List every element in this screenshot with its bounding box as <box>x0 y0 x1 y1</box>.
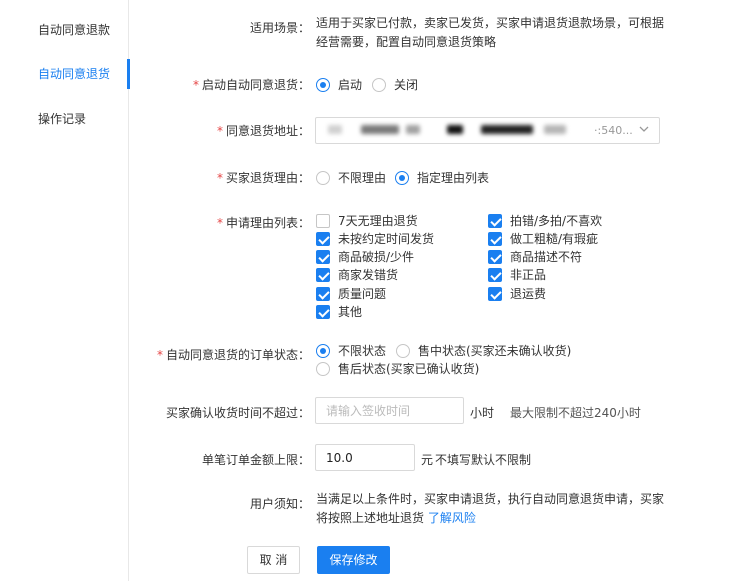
notice-line-2: 将按照上述地址退货 了解风险 <box>316 511 476 525</box>
required-mark: * <box>216 124 223 138</box>
scene-line-1: 适用于买家已付款，卖家已发货，买家申请退货退款场景，可根据 <box>316 16 665 30</box>
radio-unchecked-icon <box>396 343 410 358</box>
redacted-text <box>544 125 566 134</box>
reason-mode-label: * 买家退货理由： <box>216 171 310 185</box>
checkbox-checked-icon <box>488 249 502 264</box>
radio-unchecked-icon <box>372 77 386 92</box>
risk-link[interactable]: 了解风险 <box>428 511 476 525</box>
status-radio-in-sale[interactable]: 售中状态(买家还未确认收货) <box>396 342 571 359</box>
checkbox-checked-icon <box>488 213 502 228</box>
checkbox-checked-icon <box>488 231 502 246</box>
required-mark: * <box>192 78 199 92</box>
order-status-label: * 自动同意退货的订单状态： <box>156 348 310 362</box>
redacted-text <box>406 125 420 134</box>
checkbox-unchecked-icon <box>316 213 330 228</box>
reason-checkbox[interactable]: 非正品 <box>488 266 546 283</box>
required-mark: * <box>156 348 163 362</box>
redacted-text <box>361 125 399 134</box>
required-mark: * <box>216 216 223 230</box>
address-select[interactable]: ·:540... <box>315 117 660 144</box>
checkbox-checked-icon <box>316 249 330 264</box>
checkbox-checked-icon <box>316 304 330 319</box>
radio-checked-icon <box>316 77 330 92</box>
amount-limit-label: 单笔订单金额上限： <box>201 453 310 467</box>
enable-radio-on[interactable]: 启动 <box>316 76 362 93</box>
redacted-text <box>328 125 342 134</box>
reason-checkbox[interactable]: 商品描述不符 <box>488 248 582 265</box>
reason-checkbox[interactable]: 7天无理由退货 <box>316 212 418 229</box>
reason-checkbox[interactable]: 商品破损/少件 <box>316 248 414 265</box>
radio-checked-icon <box>395 170 409 185</box>
reason-checkbox[interactable]: 退运费 <box>488 285 546 302</box>
reason-radio-unlimited[interactable]: 不限理由 <box>316 169 386 186</box>
address-label: * 同意退货地址： <box>216 124 310 138</box>
reason-checkbox[interactable]: 未按约定时间发货 <box>316 230 434 247</box>
status-radio-any[interactable]: 不限状态 <box>316 342 386 359</box>
redacted-text <box>447 125 463 134</box>
reason-checkbox[interactable]: 其他 <box>316 303 362 320</box>
save-button[interactable]: 保存修改 <box>317 546 390 574</box>
reason-checkbox[interactable]: 商家发错货 <box>316 266 398 283</box>
scene-text: 适用于买家已付款，卖家已发货，买家申请退货退款场景，可根据 经营需要，配置自动同… <box>316 14 664 52</box>
notice-line-1: 当满足以上条件时，买家申请退货，执行自动同意退货申请，买家 <box>316 492 665 506</box>
redacted-text <box>481 125 533 134</box>
checkbox-checked-icon <box>316 231 330 246</box>
amount-limit-unit: 元 <box>421 453 434 467</box>
radio-unchecked-icon <box>316 361 330 376</box>
sidebar-item-auto-refund[interactable]: 自动同意退款 <box>0 15 129 45</box>
required-mark: * <box>216 171 223 185</box>
reason-checkbox[interactable]: 做工粗糙/有瑕疵 <box>488 230 598 247</box>
sidebar-item-operation-log[interactable]: 操作记录 <box>0 104 129 134</box>
radio-unchecked-icon <box>316 170 330 185</box>
confirm-time-label: 买家确认收货时间不超过： <box>165 406 310 420</box>
scene-label: 适用场景： <box>249 21 310 35</box>
radio-checked-icon <box>316 343 330 358</box>
checkbox-checked-icon <box>316 286 330 301</box>
amount-limit-input[interactable] <box>315 444 415 471</box>
enable-radio-off[interactable]: 关闭 <box>372 76 418 93</box>
confirm-time-input[interactable] <box>315 397 464 424</box>
reason-radio-specified[interactable]: 指定理由列表 <box>395 169 489 186</box>
scene-line-2: 经营需要，配置自动同意退货策略 <box>316 35 497 49</box>
checkbox-checked-icon <box>316 267 330 282</box>
sidebar-item-auto-return[interactable]: 自动同意退货 <box>0 59 130 89</box>
checkbox-checked-icon <box>488 267 502 282</box>
confirm-time-unit: 小时 <box>470 406 495 420</box>
reason-checkbox[interactable]: 拍错/多拍/不喜欢 <box>488 212 602 229</box>
notice-text: 当满足以上条件时，买家申请退货，执行自动同意退货申请，买家 将按照上述地址退货 … <box>316 490 664 528</box>
checkbox-checked-icon <box>488 286 502 301</box>
address-value-tail: ·:540... <box>594 124 633 137</box>
reason-checkbox[interactable]: 质量问题 <box>316 285 386 302</box>
status-radio-after-sale[interactable]: 售后状态(买家已确认收货) <box>316 360 479 377</box>
cancel-button[interactable]: 取 消 <box>247 546 300 574</box>
sidebar: 自动同意退款 自动同意退货 操作记录 <box>0 0 130 581</box>
enable-label: * 启动自动同意退货： <box>192 78 310 92</box>
confirm-time-hint: 最大限制不超过240小时 <box>510 406 641 420</box>
notice-label: 用户须知： <box>249 497 310 511</box>
amount-limit-hint: 不填写默认不限制 <box>435 453 532 467</box>
chevron-down-icon <box>639 126 649 132</box>
reason-list-label: * 申请理由列表： <box>216 216 310 230</box>
